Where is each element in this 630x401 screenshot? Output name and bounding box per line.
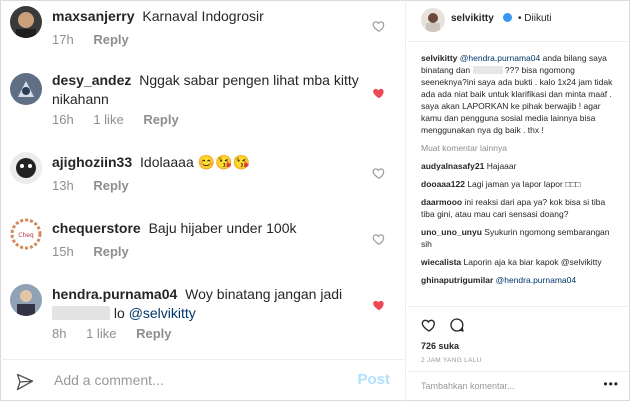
post-timestamp: 2 JAM YANG LALU xyxy=(421,357,482,364)
heart-icon[interactable] xyxy=(372,19,386,33)
comment-username[interactable]: desy_andez xyxy=(52,72,131,88)
heart-icon[interactable] xyxy=(372,232,386,246)
post-caption: selvikitty @hendra.purnama04 anda bilang… xyxy=(421,53,613,135)
comment-username[interactable]: ajighoziin33 xyxy=(52,154,132,170)
send-icon[interactable] xyxy=(15,372,35,392)
comment-time[interactable]: 8h xyxy=(52,326,66,341)
comment-likes[interactable]: 1 like xyxy=(93,112,123,127)
list-item: ghinaputrigumilar @hendra.purnama04 xyxy=(421,275,577,285)
comment-time[interactable]: 17h xyxy=(52,32,74,47)
post-actions: 726 suka 2 JAM YANG LALU xyxy=(407,306,629,366)
post-username[interactable]: selvikitty xyxy=(451,13,494,24)
heart-filled-icon[interactable] xyxy=(372,86,386,100)
comment-text-cont: lo xyxy=(113,305,125,321)
comment-text: Idolaaaa 😊😘😘 xyxy=(140,154,250,170)
post-comments: selvikitty @hendra.purnama04 anda bilang… xyxy=(421,52,621,292)
reply-button[interactable]: Reply xyxy=(136,326,171,341)
verified-badge-icon xyxy=(503,13,512,22)
mention-link[interactable]: @selvikitty xyxy=(129,305,196,321)
add-comment-input[interactable]: Add a comment... xyxy=(54,372,164,388)
avatar[interactable] xyxy=(10,284,42,316)
comment-time[interactable]: 13h xyxy=(52,178,74,193)
likes-count[interactable]: 726 suka xyxy=(421,341,459,351)
avatar[interactable] xyxy=(421,8,445,32)
mention-link[interactable]: @hendra.purnama04 xyxy=(460,53,540,63)
heart-filled-icon[interactable] xyxy=(372,298,386,312)
comments-pane: maxsanjerry Karnaval Indogrosir 17h Repl… xyxy=(0,0,406,401)
like-heart-icon[interactable] xyxy=(421,317,437,333)
avatar[interactable] xyxy=(10,6,42,38)
load-more-comments[interactable]: Muat komentar lainnya xyxy=(421,142,621,154)
post-panel: selvikitty • Diikuti selvikitty @hendra.… xyxy=(407,0,629,401)
post-header: selvikitty • Diikuti xyxy=(407,0,629,42)
avatar[interactable] xyxy=(10,73,42,105)
comment-text: Karnaval Indogrosir xyxy=(142,8,264,24)
redacted-text xyxy=(472,66,503,74)
list-item: daarmooo ini reaksi dari apa ya? kok bis… xyxy=(421,197,606,219)
heart-icon[interactable] xyxy=(372,166,386,180)
list-item: uno_uno_unyu Syukurin ngomong sembaranga… xyxy=(421,227,610,249)
comment-text: Baju hijaber under 100k xyxy=(148,220,297,236)
caption-username[interactable]: selvikitty xyxy=(421,53,457,63)
comment-time[interactable]: 16h xyxy=(52,112,74,127)
reply-button[interactable]: Reply xyxy=(93,32,128,47)
avatar[interactable] xyxy=(10,152,42,184)
comment-time[interactable]: 15h xyxy=(52,244,74,259)
comment-username[interactable]: maxsanjerry xyxy=(52,8,135,24)
reply-button[interactable]: Reply xyxy=(143,112,178,127)
comment-bubble-icon[interactable] xyxy=(449,317,465,333)
reply-button[interactable]: Reply xyxy=(93,244,128,259)
list-item: audyalnasafy21 Hajaaar xyxy=(421,161,517,171)
post-add-comment-bar: Tambahkan komentar... ••• xyxy=(407,371,629,401)
comment-username[interactable]: chequerstore xyxy=(52,220,141,236)
follow-status[interactable]: • Diikuti xyxy=(518,13,552,24)
comment-text: Woy binatang jangan jadi xyxy=(185,286,343,302)
reply-button[interactable]: Reply xyxy=(93,178,128,193)
post-button[interactable]: Post xyxy=(357,371,390,388)
add-comment-bar: Add a comment... Post xyxy=(0,359,406,401)
comment-username[interactable]: hendra.purnama04 xyxy=(52,286,177,302)
list-item: wiecalista Laporin aja ka biar kapok @se… xyxy=(421,257,602,267)
more-options-icon[interactable]: ••• xyxy=(603,377,619,391)
list-item: dooaaa122 Lagi jaman ya lapor lapor □□□ xyxy=(421,179,581,189)
post-comment-input[interactable]: Tambahkan komentar... xyxy=(421,381,515,391)
svg-text:Cheq: Cheq xyxy=(18,232,34,239)
avatar[interactable]: Cheq xyxy=(10,218,42,250)
comment-likes[interactable]: 1 like xyxy=(86,326,116,341)
redacted-text xyxy=(52,306,110,320)
